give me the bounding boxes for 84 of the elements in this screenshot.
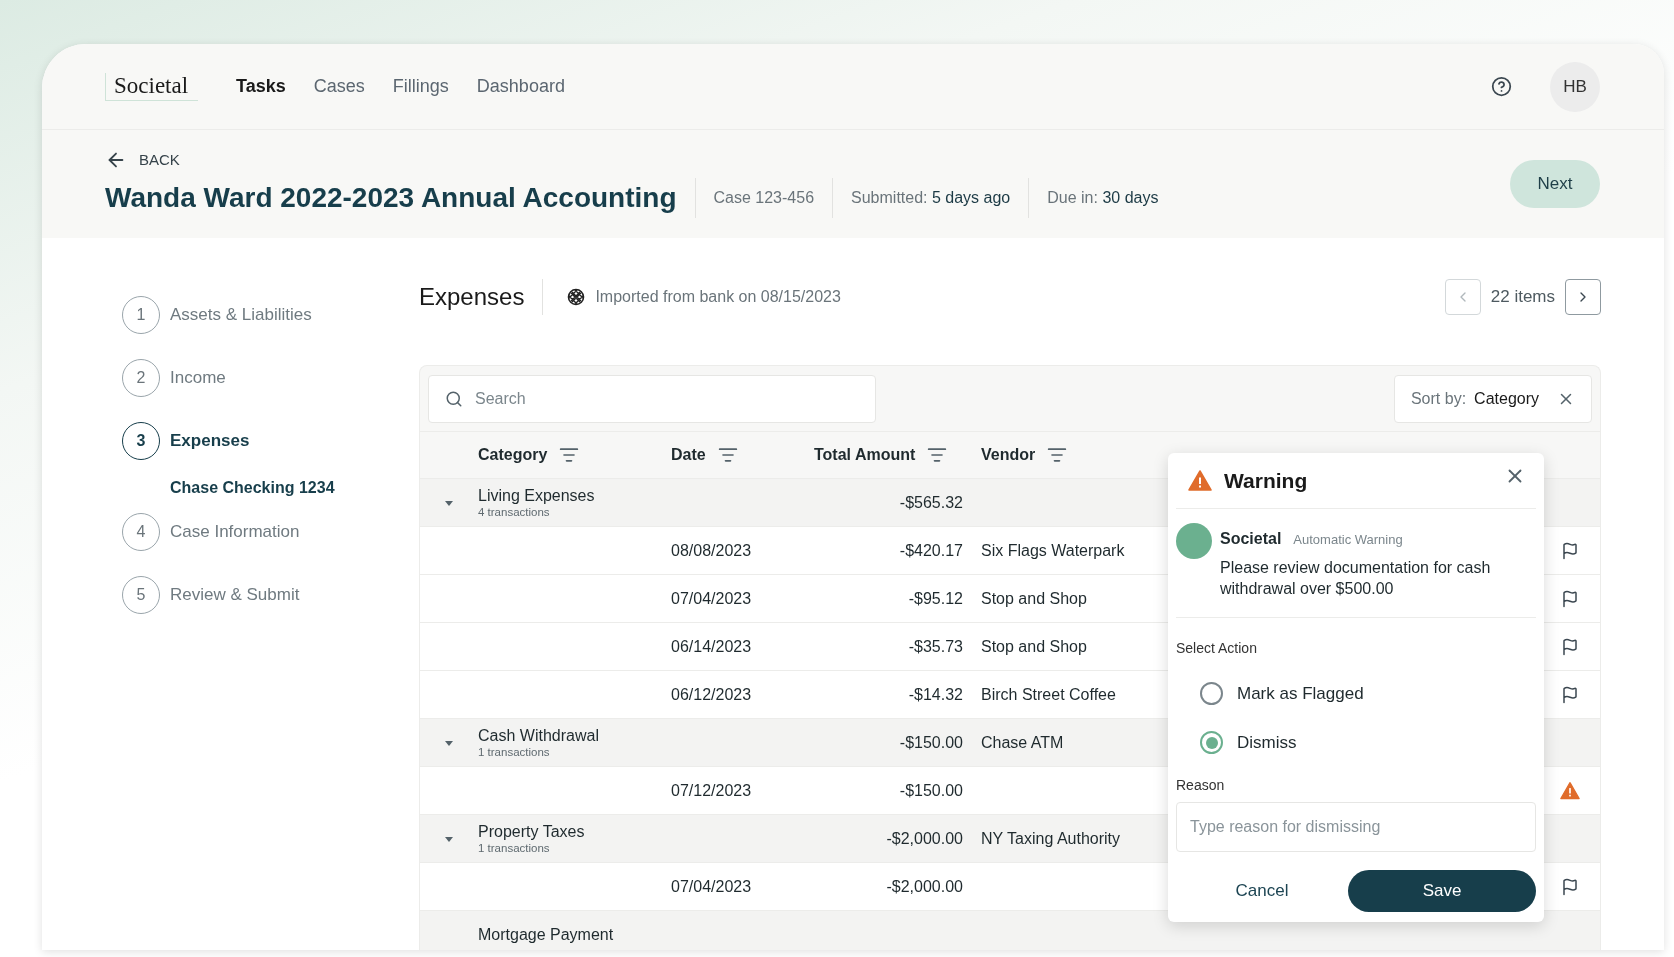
date-text: 08/08/2023	[671, 541, 752, 559]
category-text: Living Expenses	[478, 486, 596, 505]
sort-chip[interactable]: Sort by: Category	[1393, 374, 1592, 423]
flag-icon[interactable]	[1561, 685, 1579, 704]
meta-text: Case 123-456	[694, 178, 833, 219]
warning-icon	[1560, 780, 1580, 801]
column-header[interactable]: Vendor	[981, 443, 1036, 467]
nav-tab[interactable]: Dashboard	[476, 73, 565, 100]
sub-step-link[interactable]: Chase Checking 1234	[170, 468, 419, 508]
transaction-count: 4 transactions	[478, 505, 551, 519]
filter-icon[interactable]	[927, 445, 948, 465]
radio-button[interactable]	[1200, 731, 1223, 754]
vendor-text: Stop and Shop	[981, 589, 1087, 607]
step-link[interactable]: Case Information	[170, 518, 300, 545]
date-text: 07/04/2023	[671, 877, 752, 895]
author-name: Societal	[1220, 529, 1282, 549]
search-icon	[445, 389, 463, 408]
date-text: 07/12/2023	[671, 781, 752, 799]
transaction-count: 1 transactions	[478, 841, 551, 855]
nav-tab[interactable]: Tasks	[236, 73, 286, 100]
flag-icon[interactable]	[1561, 637, 1579, 656]
amount-text: -$150.00	[899, 733, 963, 751]
step-link[interactable]: Expenses	[170, 427, 250, 454]
filter-icon[interactable]	[1047, 445, 1068, 465]
date-text: 06/14/2023	[671, 637, 752, 655]
cancel-button[interactable]: Cancel	[1176, 870, 1348, 912]
amount-text: -$2,000.00	[886, 829, 963, 847]
column-header[interactable]: Date	[671, 443, 706, 467]
save-button[interactable]: Save	[1348, 870, 1536, 912]
vendor-text: Six Flags Waterpark	[981, 541, 1125, 559]
vendor-text: Stop and Shop	[981, 637, 1087, 655]
amount-text: -$150.00	[899, 781, 963, 799]
reason-field[interactable]: Type reason for dismissing	[1176, 802, 1536, 852]
warning-icon	[1188, 468, 1212, 493]
search-input[interactable]: Search	[475, 386, 859, 411]
author-tag: Automatic Warning	[1293, 530, 1403, 550]
logo[interactable]: Societal	[105, 72, 199, 101]
import-note: Imported from bank on 08/15/2023	[595, 287, 841, 307]
radio-button[interactable]	[1200, 682, 1223, 705]
vendor-text: Chase ATM	[981, 733, 1064, 751]
amount-text: -$35.73	[908, 637, 963, 655]
step-link[interactable]: Income	[170, 364, 226, 391]
category-text: Mortgage Payment	[478, 925, 615, 944]
meta-text: Due in: 30 days	[1028, 178, 1177, 219]
nav-tab[interactable]: Fillings	[392, 73, 449, 100]
transaction-count: 1 transactions	[478, 745, 551, 759]
section-title: Expenses	[419, 279, 544, 315]
amount-text: -$2,000.00	[886, 877, 963, 895]
woven-circle-icon	[567, 288, 586, 306]
flag-icon[interactable]	[1561, 877, 1579, 896]
column-header[interactable]: Category	[478, 443, 548, 467]
radio-option[interactable]: Mark as Flagged	[1176, 669, 1536, 718]
popover-title: Warning	[1224, 467, 1308, 494]
amount-text: -$95.12	[908, 589, 963, 607]
item-count: 22 items	[1490, 286, 1555, 309]
amount-text: -$565.32	[899, 493, 963, 511]
date-text: 07/04/2023	[671, 589, 752, 607]
filter-icon[interactable]	[717, 445, 738, 465]
step-link[interactable]: Assets & Liabilities	[170, 301, 312, 328]
category-text: Cash Withdrawal	[478, 726, 600, 745]
flag-icon[interactable]	[1561, 541, 1579, 560]
category-text: Property Taxes	[478, 822, 586, 841]
nav-tab[interactable]: Cases	[313, 73, 365, 100]
reason-label: Reason	[1176, 776, 1226, 795]
step-link[interactable]: Review & Submit	[170, 581, 300, 608]
warning-message: Please review documentation for cash withdrawal over $500.00	[1220, 558, 1492, 599]
action-label: Select Action	[1176, 639, 1258, 658]
date-text: 06/12/2023	[671, 685, 752, 703]
next-page-button[interactable]	[1565, 279, 1601, 315]
vendor-text: NY Taxing Authority	[981, 829, 1121, 847]
page-title: Wanda Ward 2022-2023 Annual Accounting	[105, 181, 677, 216]
filter-icon[interactable]	[559, 445, 580, 465]
avatar[interactable]: HB	[1550, 61, 1600, 112]
flag-icon[interactable]	[1561, 589, 1579, 608]
amount-text: -$420.17	[899, 541, 963, 559]
column-header[interactable]: Total Amount	[814, 443, 916, 467]
amount-text: -$14.32	[908, 685, 963, 703]
help-icon[interactable]	[1491, 76, 1512, 97]
radio-option[interactable]: Dismiss	[1176, 718, 1536, 767]
back-button[interactable]: BACK	[105, 148, 1177, 172]
vendor-text: Birch Street Coffee	[981, 685, 1116, 703]
meta-text: Submitted: 5 days ago	[832, 178, 1029, 219]
next-button[interactable]: Next	[1510, 160, 1600, 208]
search-field[interactable]: Search	[428, 374, 876, 423]
